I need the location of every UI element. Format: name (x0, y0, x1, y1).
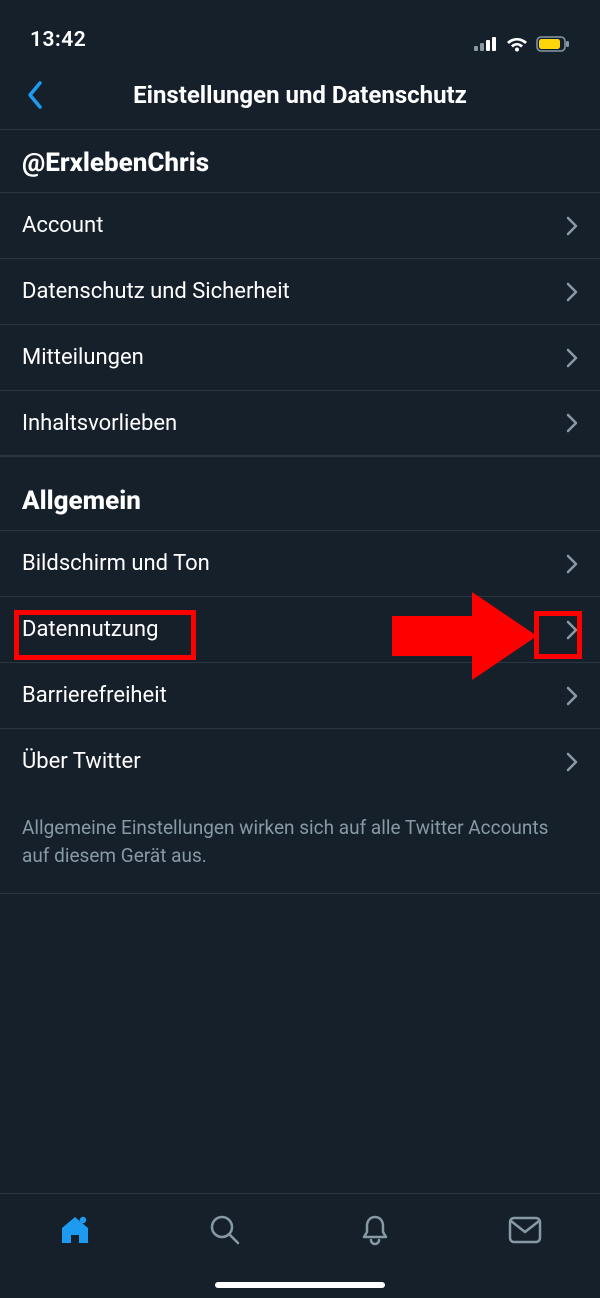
chevron-right-icon (566, 282, 578, 302)
chevron-right-icon (566, 413, 578, 433)
chevron-right-icon (566, 686, 578, 706)
section-gap (0, 456, 600, 468)
status-bar: 13:42 (0, 0, 600, 60)
row-content-preferences[interactable]: Inhaltsvorlieben (0, 390, 600, 456)
row-accessibility[interactable]: Barrierefreiheit (0, 662, 600, 728)
page-title: Einstellungen und Datenschutz (0, 81, 600, 109)
chevron-right-icon (566, 348, 578, 368)
row-label: Bildschirm und Ton (22, 551, 210, 576)
row-label: Mitteilungen (22, 345, 144, 370)
status-time: 13:42 (30, 28, 86, 52)
tab-bar (0, 1193, 600, 1298)
row-privacy-safety[interactable]: Datenschutz und Sicherheit (0, 258, 600, 324)
row-account[interactable]: Account (0, 192, 600, 258)
row-data-usage[interactable]: Datennutzung (0, 596, 600, 662)
row-label: Über Twitter (22, 749, 141, 774)
home-icon (58, 1213, 92, 1247)
tab-notifications[interactable] (357, 1212, 393, 1248)
back-button[interactable] (14, 75, 54, 115)
row-notifications[interactable]: Mitteilungen (0, 324, 600, 390)
row-label: Datennutzung (22, 617, 158, 642)
mail-icon (507, 1215, 543, 1245)
row-display-sound[interactable]: Bildschirm und Ton (0, 530, 600, 596)
chevron-right-icon (566, 752, 578, 772)
wifi-icon (506, 36, 528, 52)
battery-icon (536, 36, 570, 52)
account-handle-header: @ErxlebenChris (0, 130, 600, 192)
section-footer-note: Allgemeine Einstellungen wirken sich auf… (0, 794, 600, 894)
row-label: Account (22, 213, 103, 238)
chevron-right-icon (566, 216, 578, 236)
cellular-icon (474, 37, 498, 51)
bell-icon (358, 1213, 392, 1247)
tab-messages[interactable] (507, 1212, 543, 1248)
chevron-right-icon (566, 554, 578, 574)
tab-home[interactable] (57, 1212, 93, 1248)
chevron-left-icon (26, 80, 43, 110)
tab-search[interactable] (207, 1212, 243, 1248)
status-icons (474, 36, 570, 52)
home-indicator[interactable] (215, 1282, 385, 1288)
chevron-right-icon (566, 620, 578, 640)
section-header-general: Allgemein (0, 468, 600, 530)
row-label: Datenschutz und Sicherheit (22, 279, 290, 304)
row-about-twitter[interactable]: Über Twitter (0, 728, 600, 794)
row-label: Inhaltsvorlieben (22, 411, 177, 436)
row-label: Barrierefreiheit (22, 683, 167, 708)
nav-header: Einstellungen und Datenschutz (0, 60, 600, 130)
search-icon (208, 1213, 242, 1247)
